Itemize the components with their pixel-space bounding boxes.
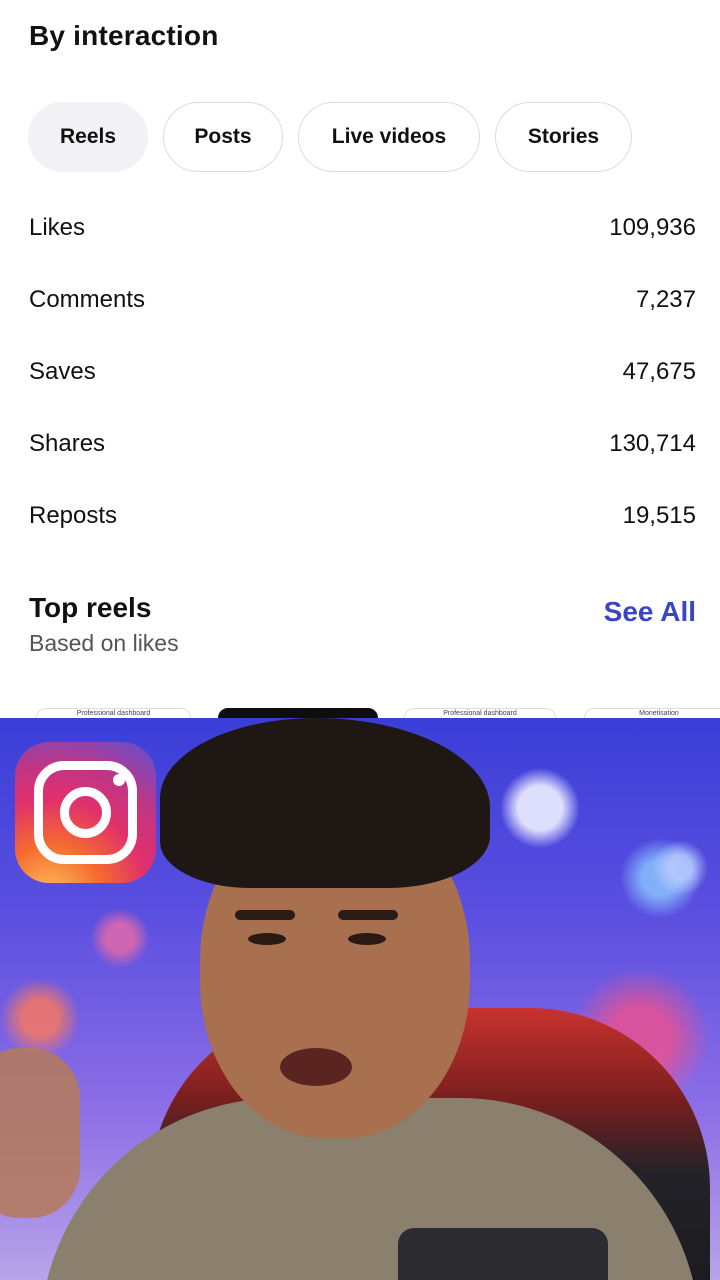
metric-row-reposts: Reposts 19,515	[29, 480, 696, 552]
eye-right	[348, 933, 386, 945]
eyebrow-right	[338, 910, 398, 920]
metric-label: Likes	[29, 214, 86, 241]
metrics-list: Likes 109,936 Comments 7,237 Saves 47,67…	[29, 192, 696, 552]
metric-value: 47,675	[622, 358, 696, 385]
metric-value: 130,714	[609, 430, 696, 457]
top-reels-subtitle: Based on likes	[29, 630, 179, 656]
instagram-logo-icon	[15, 742, 156, 883]
see-all-link[interactable]: See All	[604, 596, 696, 628]
eye-left	[248, 933, 286, 945]
metric-value: 109,936	[609, 214, 696, 241]
presenter-hand	[0, 1048, 80, 1218]
metric-label: Saves	[29, 358, 96, 385]
metric-row-saves: Saves 47,675	[29, 336, 696, 408]
metric-label: Reposts	[29, 502, 118, 529]
metric-row-shares: Shares 130,714	[29, 408, 696, 480]
eyebrow-left	[235, 910, 295, 920]
tab-live-videos[interactable]: Live videos	[298, 102, 480, 172]
metric-value: 7,237	[635, 286, 696, 313]
presenter-mouth	[280, 1048, 352, 1086]
metric-row-comments: Comments 7,237	[29, 264, 696, 336]
interaction-tabs: Reels Posts Live videos Stories	[28, 102, 632, 172]
presenter-hair	[160, 718, 490, 888]
metric-value: 19,515	[622, 502, 696, 529]
metric-row-likes: Likes 109,936	[29, 192, 696, 264]
metric-label: Shares	[29, 430, 106, 457]
tab-posts[interactable]: Posts	[163, 102, 283, 172]
top-reels-header: Top reels Based on likes See All	[29, 592, 696, 657]
top-reels-title: Top reels	[29, 592, 152, 623]
section-title: By interaction	[29, 20, 219, 51]
metric-label: Comments	[29, 286, 146, 313]
phone-in-hand	[398, 1228, 608, 1280]
tab-stories[interactable]: Stories	[495, 102, 632, 172]
tab-reels[interactable]: Reels	[28, 102, 148, 172]
